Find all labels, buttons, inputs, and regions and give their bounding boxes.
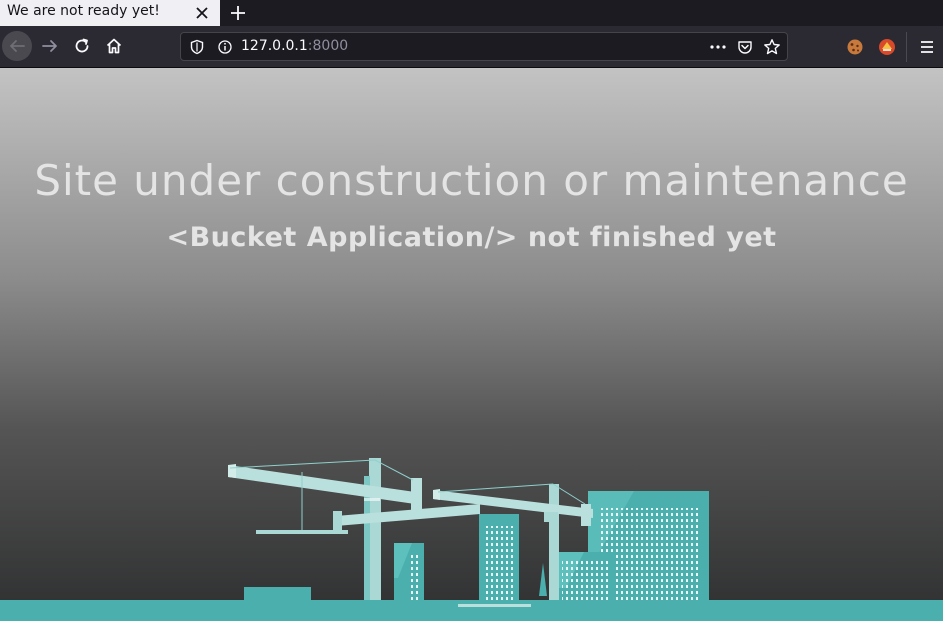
- url-bar[interactable]: 127.0.0.1:8000: [180, 32, 788, 61]
- back-button[interactable]: [2, 31, 32, 61]
- home-button[interactable]: [99, 31, 129, 61]
- building-right-small: [558, 552, 614, 603]
- info-icon[interactable]: [217, 39, 233, 55]
- url-text[interactable]: 127.0.0.1:8000: [241, 38, 348, 54]
- forward-button[interactable]: [35, 31, 65, 61]
- more-dots-icon[interactable]: [709, 39, 727, 55]
- back-arrow-icon: [10, 40, 25, 52]
- extension-icon[interactable]: [877, 37, 897, 57]
- page-content: Site under construction or maintenance <…: [0, 68, 943, 621]
- tracking-shield-icon[interactable]: [189, 39, 205, 55]
- reload-button[interactable]: [67, 31, 97, 61]
- url-host: 127.0.0.1: [241, 38, 308, 54]
- ground-strip: [0, 600, 943, 621]
- hamburger-menu-icon[interactable]: [918, 38, 936, 56]
- url-port: :8000: [307, 38, 349, 54]
- tab-strip: We are not ready yet!: [0, 0, 943, 26]
- close-icon[interactable]: [194, 5, 210, 21]
- nav-bar: 127.0.0.1:8000: [0, 26, 943, 68]
- cookie-extension-icon[interactable]: [845, 37, 865, 57]
- home-icon: [106, 38, 122, 54]
- building-middle-tall: [479, 514, 519, 603]
- spire: [539, 563, 547, 596]
- active-tab[interactable]: We are not ready yet!: [0, 0, 220, 26]
- tab-title: We are not ready yet!: [7, 3, 160, 19]
- plus-icon[interactable]: [228, 3, 248, 23]
- toolbar-separator: [906, 32, 907, 62]
- construction-illustration: [0, 458, 943, 621]
- ground-platform: [458, 604, 531, 607]
- reload-icon: [75, 38, 89, 53]
- crane-left: [228, 458, 480, 603]
- bookmark-star-icon[interactable]: [763, 38, 781, 56]
- building-left-narrow: [394, 543, 424, 603]
- forward-arrow-icon: [42, 40, 57, 52]
- pocket-icon[interactable]: [737, 39, 753, 55]
